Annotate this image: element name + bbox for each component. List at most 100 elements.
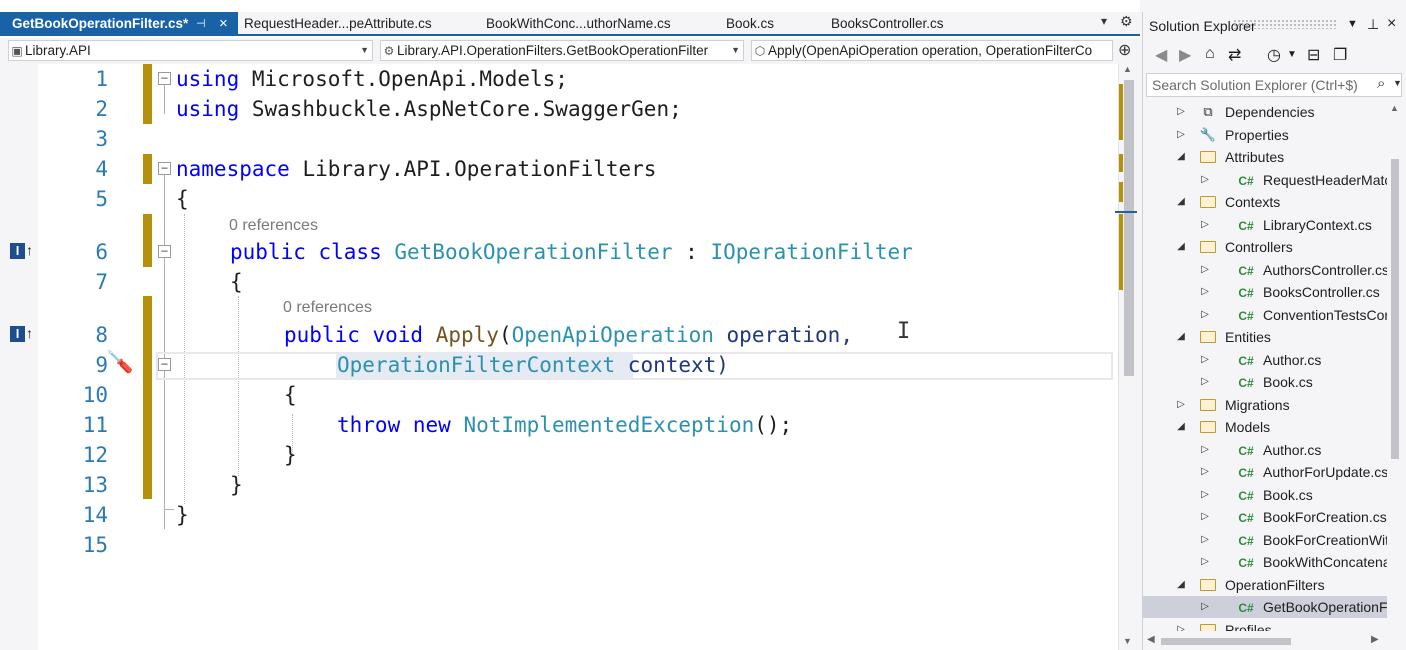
switch-views-icon[interactable]: ⇄: [1228, 45, 1241, 65]
tree-item-properties[interactable]: ▷ 🔧 Properties: [1143, 124, 1387, 146]
tree-item-bookforcreation-cs[interactable]: ▷ C# BookForCreation.cs: [1143, 506, 1387, 528]
code-line: 14 }: [0, 500, 1118, 530]
back-icon[interactable]: ◀: [1155, 45, 1167, 65]
close-icon[interactable]: ×: [219, 12, 228, 36]
tree-item-operationfilters[interactable]: ◢ OperationFilters: [1143, 574, 1387, 596]
scroll-down-icon[interactable]: ▼: [1123, 636, 1132, 646]
solution-vertical-scrollbar[interactable]: ▲: [1387, 101, 1406, 631]
tree-item-authorforupdate-cs[interactable]: ▷ C# AuthorForUpdate.cs: [1143, 461, 1387, 483]
scroll-right-icon[interactable]: ▶: [1371, 634, 1379, 645]
tree-item-authorscontroller-cs[interactable]: ▷ C# AuthorsController.cs: [1143, 259, 1387, 281]
collapsed-chevron-icon[interactable]: ▷: [1175, 124, 1187, 146]
scrollbar-thumb[interactable]: [1124, 80, 1134, 376]
pending-changes-filter-icon[interactable]: ◷: [1267, 45, 1281, 65]
tree-item-requestheadermatches[interactable]: ▷ C# RequestHeaderMatches: [1143, 169, 1387, 191]
chevron-down-icon[interactable]: ▼: [1287, 49, 1297, 60]
member-dropdown[interactable]: ⬡ Apply(OpenApiOperation operation, Opera…: [751, 40, 1113, 61]
close-icon[interactable]: ×: [1387, 15, 1396, 33]
solution-search-input[interactable]: [1147, 74, 1362, 96]
split-window-icon[interactable]: ⊕: [1118, 40, 1131, 60]
csharp-file-icon: C#: [1238, 556, 1254, 570]
code-lens-references[interactable]: 0 references: [283, 298, 372, 318]
tree-item-label: LibraryContext.cs: [1263, 216, 1372, 233]
collapsed-chevron-icon[interactable]: ▷: [1199, 529, 1211, 551]
solution-horizontal-scrollbar[interactable]: ◀ ▶: [1143, 633, 1387, 650]
tree-item-models[interactable]: ◢ Models: [1143, 416, 1387, 438]
collapsed-chevron-icon[interactable]: ▷: [1175, 101, 1187, 123]
scroll-up-icon[interactable]: ▲: [1123, 64, 1132, 74]
scroll-up-icon[interactable]: ▲: [1390, 103, 1399, 113]
forward-icon[interactable]: ▶: [1179, 45, 1191, 65]
collapsed-chevron-icon[interactable]: ▷: [1199, 169, 1211, 191]
collapse-icon[interactable]: −: [158, 245, 171, 258]
tree-item-entities[interactable]: ◢ Entities: [1143, 326, 1387, 348]
collapsed-chevron-icon[interactable]: ▷: [1199, 371, 1211, 393]
expanded-chevron-icon[interactable]: ◢: [1175, 326, 1187, 348]
tree-item-bookwithconcatenatec[interactable]: ▷ C# BookWithConcatenatec: [1143, 551, 1387, 573]
collapsed-chevron-icon[interactable]: ▷: [1175, 394, 1187, 416]
tree-item-author-cs[interactable]: ▷ C# Author.cs: [1143, 349, 1387, 371]
type-dropdown[interactable]: ⚙ Library.API.OperationFilters.GetBookOpe…: [380, 40, 744, 61]
scroll-left-icon[interactable]: ◀: [1147, 634, 1155, 645]
tree-item-conventiontestscontro[interactable]: ▷ C# ConventionTestsContro: [1143, 304, 1387, 326]
collapsed-chevron-icon[interactable]: ▷: [1199, 439, 1211, 461]
scrollbar-thumb[interactable]: [1161, 638, 1291, 645]
expanded-chevron-icon[interactable]: ◢: [1175, 416, 1187, 438]
solution-search-box[interactable]: ⌕ ▼: [1146, 73, 1402, 97]
pin-icon[interactable]: ⊣: [196, 12, 206, 36]
tab-getbookoperationfilter[interactable]: GetBookOperationFilter.cs* ⊣ ×: [0, 12, 238, 36]
tab-book[interactable]: Book.cs: [726, 12, 774, 36]
tab-bookwithconcatenated[interactable]: BookWithConc...uthorName.cs: [486, 12, 671, 36]
tree-item-controllers[interactable]: ◢ Controllers: [1143, 236, 1387, 258]
tree-item-bookforcreationwitha[interactable]: ▷ C# BookForCreationWithA: [1143, 529, 1387, 551]
pin-icon[interactable]: ⊥: [1367, 16, 1379, 33]
tree-item-migrations[interactable]: ▷ Migrations: [1143, 394, 1387, 416]
collapsed-chevron-icon[interactable]: ▷: [1175, 619, 1187, 632]
collapsed-chevron-icon[interactable]: ▷: [1199, 551, 1211, 573]
tree-item-author-cs[interactable]: ▷ C# Author.cs: [1143, 439, 1387, 461]
window-position-dropdown-icon[interactable]: ▼: [1347, 18, 1358, 30]
collapsed-chevron-icon[interactable]: ▷: [1199, 506, 1211, 528]
collapsed-chevron-icon[interactable]: ▷: [1199, 281, 1211, 303]
expanded-chevron-icon[interactable]: ◢: [1175, 236, 1187, 258]
tree-item-attributes[interactable]: ◢ Attributes: [1143, 146, 1387, 168]
collapsed-chevron-icon[interactable]: ▷: [1199, 304, 1211, 326]
collapsed-chevron-icon[interactable]: ▷: [1199, 596, 1211, 618]
collapsed-chevron-icon[interactable]: ▷: [1199, 349, 1211, 371]
show-all-files-icon[interactable]: ❐: [1333, 45, 1347, 65]
expanded-chevron-icon[interactable]: ◢: [1175, 574, 1187, 596]
code-line: 10 {: [0, 380, 1118, 410]
search-icon[interactable]: ⌕: [1377, 75, 1385, 92]
tree-item-bookscontroller-cs[interactable]: ▷ C# BooksController.cs: [1143, 281, 1387, 303]
collapse-all-icon[interactable]: ⊟: [1307, 45, 1320, 65]
collapsed-chevron-icon[interactable]: ▷: [1199, 214, 1211, 236]
project-dropdown[interactable]: ▣ Library.API ▼: [8, 40, 373, 61]
chevron-down-icon[interactable]: ▼: [1393, 78, 1402, 88]
tree-item-dependencies[interactable]: ▷ ⧉ Dependencies: [1143, 101, 1387, 123]
expanded-chevron-icon[interactable]: ◢: [1175, 191, 1187, 213]
tree-item-book-cs[interactable]: ▷ C# Book.cs: [1143, 371, 1387, 393]
code-lens-references[interactable]: 0 references: [229, 216, 318, 236]
editor-vertical-scrollbar[interactable]: ▲ ▼: [1115, 64, 1140, 650]
tree-item-getbookoperationfilter[interactable]: ▷ C# GetBookOperationFilter: [1143, 596, 1387, 618]
code-text-area[interactable]: 0 references 0 references I ↑ I ↑ 🪛 1 − us…: [0, 64, 1118, 650]
gear-icon[interactable]: ⚙: [1120, 13, 1133, 30]
collapse-icon[interactable]: −: [158, 358, 171, 371]
tab-requestheader[interactable]: RequestHeader...peAttribute.cs: [244, 12, 432, 36]
home-icon[interactable]: ⌂: [1205, 45, 1215, 63]
collapsed-chevron-icon[interactable]: ▷: [1199, 484, 1211, 506]
collapsed-chevron-icon[interactable]: ▷: [1199, 259, 1211, 281]
collapsed-chevron-icon[interactable]: ▷: [1199, 461, 1211, 483]
drag-grip[interactable]: [1233, 19, 1337, 29]
tree-item-librarycontext-cs[interactable]: ▷ C# LibraryContext.cs: [1143, 214, 1387, 236]
collapse-icon[interactable]: −: [158, 162, 171, 175]
csharp-file-icon: C#: [1238, 218, 1254, 233]
scrollbar-thumb[interactable]: [1391, 159, 1399, 459]
tab-overflow-dropdown-icon[interactable]: ▾: [1101, 14, 1107, 28]
tree-item-book-cs[interactable]: ▷ C# Book.cs: [1143, 484, 1387, 506]
tree-item-profiles[interactable]: ▷ Profiles: [1143, 619, 1387, 632]
tree-item-contexts[interactable]: ◢ Contexts: [1143, 191, 1387, 213]
expanded-chevron-icon[interactable]: ◢: [1175, 146, 1187, 168]
tab-bookscontroller[interactable]: BooksController.cs: [831, 12, 944, 36]
collapse-icon[interactable]: −: [158, 72, 171, 85]
